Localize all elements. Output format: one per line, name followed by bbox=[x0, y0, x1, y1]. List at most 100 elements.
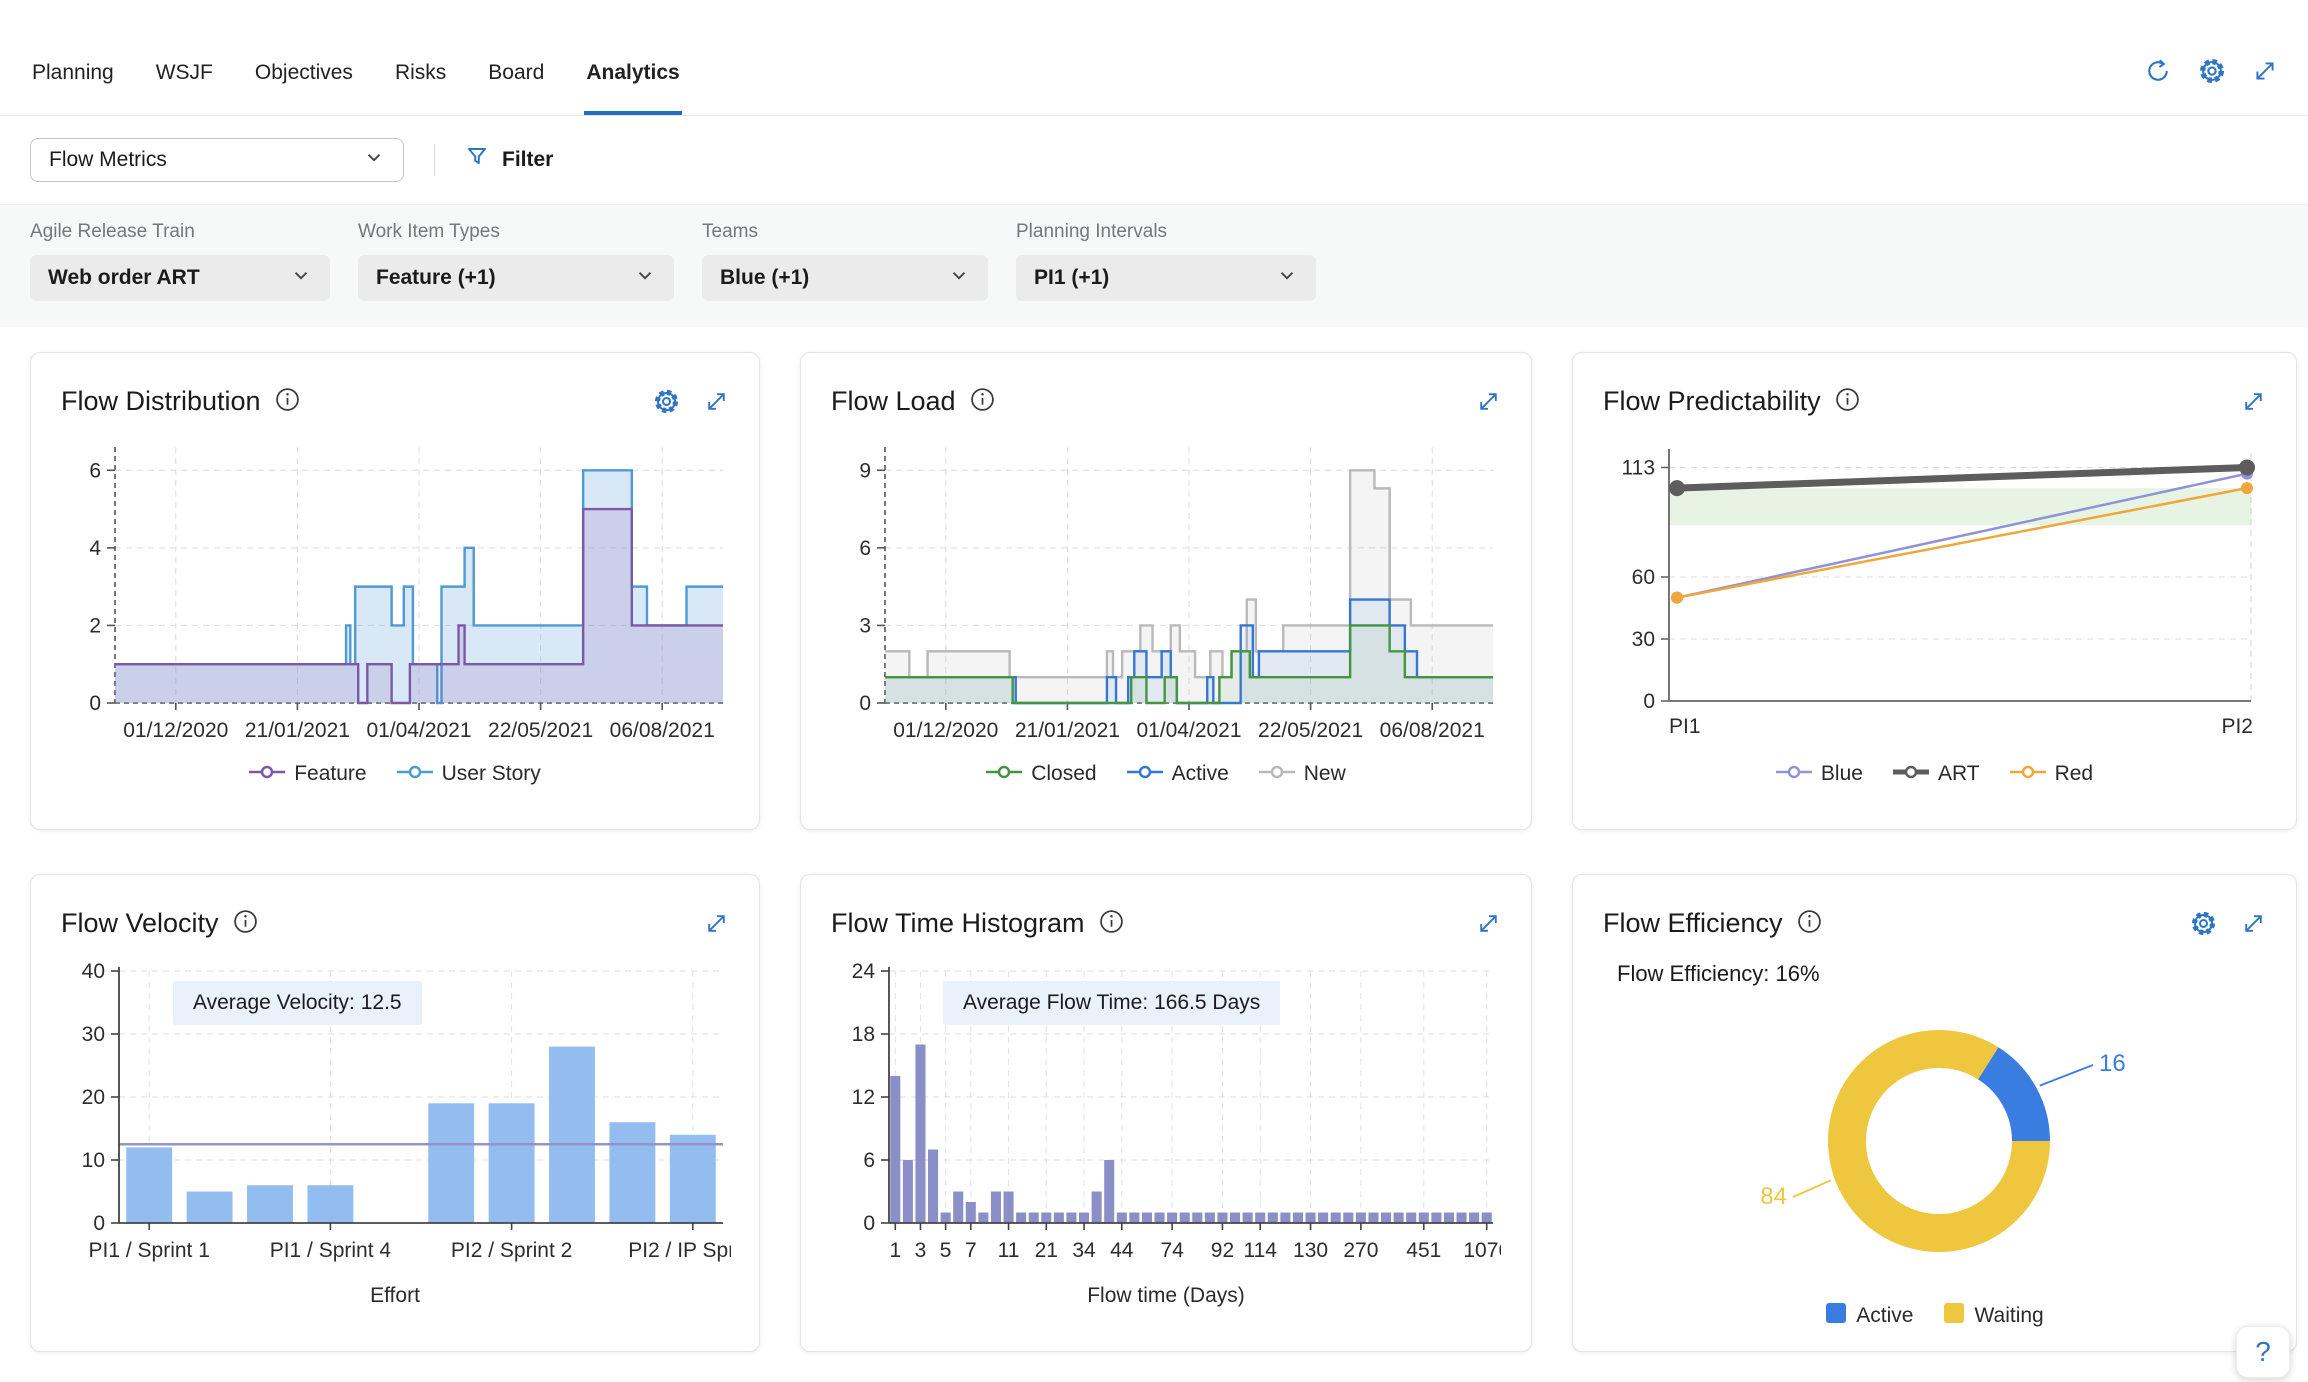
info-icon[interactable] bbox=[970, 387, 995, 417]
svg-text:60: 60 bbox=[1632, 566, 1655, 589]
expand-icon[interactable] bbox=[2241, 389, 2266, 414]
legend-item-blue[interactable]: Blue bbox=[1776, 762, 1863, 786]
info-icon[interactable] bbox=[275, 387, 300, 417]
svg-text:92: 92 bbox=[1211, 1239, 1234, 1262]
svg-text:84: 84 bbox=[1760, 1183, 1787, 1210]
legend-item-active[interactable]: Active bbox=[1825, 1302, 1913, 1330]
legend-item-new[interactable]: New bbox=[1259, 762, 1346, 786]
filter-dropdown-teams[interactable]: Blue (+1) bbox=[702, 255, 988, 301]
expand-icon[interactable] bbox=[1476, 389, 1501, 414]
svg-text:01/12/2020: 01/12/2020 bbox=[123, 719, 228, 742]
legend-label: Waiting bbox=[1974, 1304, 2043, 1328]
svg-text:0: 0 bbox=[1643, 690, 1655, 713]
legend-marker bbox=[986, 762, 1022, 786]
expand-icon[interactable] bbox=[1476, 911, 1501, 936]
filter-dropdown-planning-intervals[interactable]: PI1 (+1) bbox=[1016, 255, 1316, 301]
legend-label: Blue bbox=[1821, 762, 1863, 786]
info-icon[interactable] bbox=[1797, 909, 1822, 939]
svg-text:01/04/2021: 01/04/2021 bbox=[1136, 719, 1241, 742]
filter-button[interactable]: Filter bbox=[465, 145, 553, 175]
svg-text:22/05/2021: 22/05/2021 bbox=[1258, 719, 1363, 742]
flow-distribution-legend: Feature User Story bbox=[61, 762, 729, 786]
expand-icon[interactable] bbox=[704, 389, 729, 414]
tab-risks[interactable]: Risks bbox=[393, 61, 448, 115]
svg-text:3: 3 bbox=[915, 1239, 927, 1262]
svg-text:06/08/2021: 06/08/2021 bbox=[1380, 719, 1485, 742]
legend-item-art[interactable]: ART bbox=[1893, 762, 1980, 786]
flow-distribution-chart: 024601/12/202021/01/202101/04/202122/05/… bbox=[61, 435, 729, 756]
filter-dropdown-value: Feature (+1) bbox=[376, 266, 496, 290]
filter-dropdown-work-item-types[interactable]: Feature (+1) bbox=[358, 255, 674, 301]
legend-marker bbox=[1943, 1302, 1965, 1330]
divider bbox=[434, 144, 435, 176]
filter-group-teams: Teams Blue (+1) bbox=[702, 221, 988, 301]
card-flow-efficiency: Flow Efficiency Flow Efficiency: 16% 168… bbox=[1572, 874, 2297, 1352]
legend-label: Active bbox=[1172, 762, 1229, 786]
legend-marker bbox=[1259, 762, 1295, 786]
svg-text:PI1 / Sprint 1: PI1 / Sprint 1 bbox=[88, 1239, 209, 1262]
svg-text:PI1: PI1 bbox=[1669, 715, 1701, 738]
expand-icon[interactable] bbox=[2252, 58, 2278, 84]
metric-select[interactable]: Flow Metrics bbox=[30, 138, 404, 182]
tab-wsjf[interactable]: WSJF bbox=[154, 61, 215, 115]
expand-icon[interactable] bbox=[2241, 911, 2266, 936]
legend-marker bbox=[249, 762, 285, 786]
svg-text:PI2 / IP Sprint: PI2 / IP Sprint bbox=[628, 1239, 731, 1262]
svg-text:18: 18 bbox=[852, 1023, 875, 1046]
info-icon[interactable] bbox=[233, 909, 258, 939]
card-title: Flow Efficiency bbox=[1603, 908, 1783, 939]
svg-text:22/05/2021: 22/05/2021 bbox=[488, 719, 593, 742]
tab-analytics[interactable]: Analytics bbox=[584, 61, 681, 115]
card-title: Flow Time Histogram bbox=[831, 908, 1085, 939]
filter-label: Teams bbox=[702, 221, 988, 243]
svg-text:01/12/2020: 01/12/2020 bbox=[893, 719, 998, 742]
nav-tabs: Planning WSJF Objectives Risks Board Analytic… bbox=[30, 61, 682, 115]
legend-item-user-story[interactable]: User Story bbox=[397, 762, 541, 786]
legend-item-waiting[interactable]: Waiting bbox=[1943, 1302, 2043, 1330]
svg-text:5: 5 bbox=[940, 1239, 952, 1262]
expand-icon[interactable] bbox=[704, 911, 729, 936]
flow-time-histogram-xlabel: Flow time (Days) bbox=[831, 1284, 1501, 1308]
tab-board[interactable]: Board bbox=[486, 61, 546, 115]
filter-group-work-item-types: Work Item TypesFeature (+1) bbox=[358, 221, 674, 301]
filter-label: Planning Intervals bbox=[1016, 221, 1316, 243]
settings-icon[interactable] bbox=[2198, 57, 2226, 85]
info-icon[interactable] bbox=[1835, 387, 1860, 417]
card-title: Flow Predictability bbox=[1603, 386, 1821, 417]
help-button[interactable]: ? bbox=[2236, 1326, 2290, 1378]
svg-text:PI1 / Sprint 4: PI1 / Sprint 4 bbox=[270, 1239, 392, 1262]
card-flow-load: Flow Load 036901/12/202021/01/202101/04/… bbox=[800, 352, 1532, 830]
tab-planning[interactable]: Planning bbox=[30, 61, 116, 115]
info-icon[interactable] bbox=[1099, 909, 1124, 939]
chevron-down-icon bbox=[290, 264, 312, 292]
legend-item-closed[interactable]: Closed bbox=[986, 762, 1096, 786]
svg-text:20: 20 bbox=[82, 1086, 105, 1109]
flow-load-chart: 036901/12/202021/01/202101/04/202122/05/… bbox=[831, 435, 1501, 756]
svg-text:4: 4 bbox=[89, 537, 101, 560]
svg-text:0: 0 bbox=[89, 692, 101, 715]
chevron-down-icon bbox=[1276, 264, 1298, 292]
flow-time-histogram-chart: Average Flow Time: 166.5 Days 0612182413… bbox=[831, 957, 1501, 1278]
flow-load-legend: Closed Active New bbox=[831, 762, 1501, 786]
chevron-down-icon bbox=[634, 264, 656, 292]
settings-icon[interactable] bbox=[2190, 910, 2217, 937]
refresh-icon[interactable] bbox=[2144, 57, 2172, 85]
legend-label: New bbox=[1304, 762, 1346, 786]
filter-group-agile-release-train: Agile Release TrainWeb order ART bbox=[30, 221, 330, 301]
svg-text:21/01/2021: 21/01/2021 bbox=[245, 719, 350, 742]
tab-objectives[interactable]: Objectives bbox=[253, 61, 355, 115]
settings-icon[interactable] bbox=[653, 388, 680, 415]
filter-dropdown-agile-release-train[interactable]: Web order ART bbox=[30, 255, 330, 301]
toolbar: Flow Metrics Filter bbox=[0, 116, 2308, 204]
legend-item-red[interactable]: Red bbox=[2010, 762, 2094, 786]
legend-item-active[interactable]: Active bbox=[1127, 762, 1229, 786]
legend-marker bbox=[1825, 1302, 1847, 1330]
svg-text:2: 2 bbox=[89, 614, 101, 637]
svg-text:9: 9 bbox=[859, 459, 871, 482]
chevron-down-icon bbox=[363, 146, 385, 174]
legend-item-feature[interactable]: Feature bbox=[249, 762, 366, 786]
svg-text:0: 0 bbox=[93, 1212, 105, 1235]
filter-dropdown-value: Web order ART bbox=[48, 266, 200, 290]
svg-text:01/04/2021: 01/04/2021 bbox=[366, 719, 471, 742]
charts-grid: Flow Distribution 024601/12/202021/01/20… bbox=[0, 327, 2308, 1382]
